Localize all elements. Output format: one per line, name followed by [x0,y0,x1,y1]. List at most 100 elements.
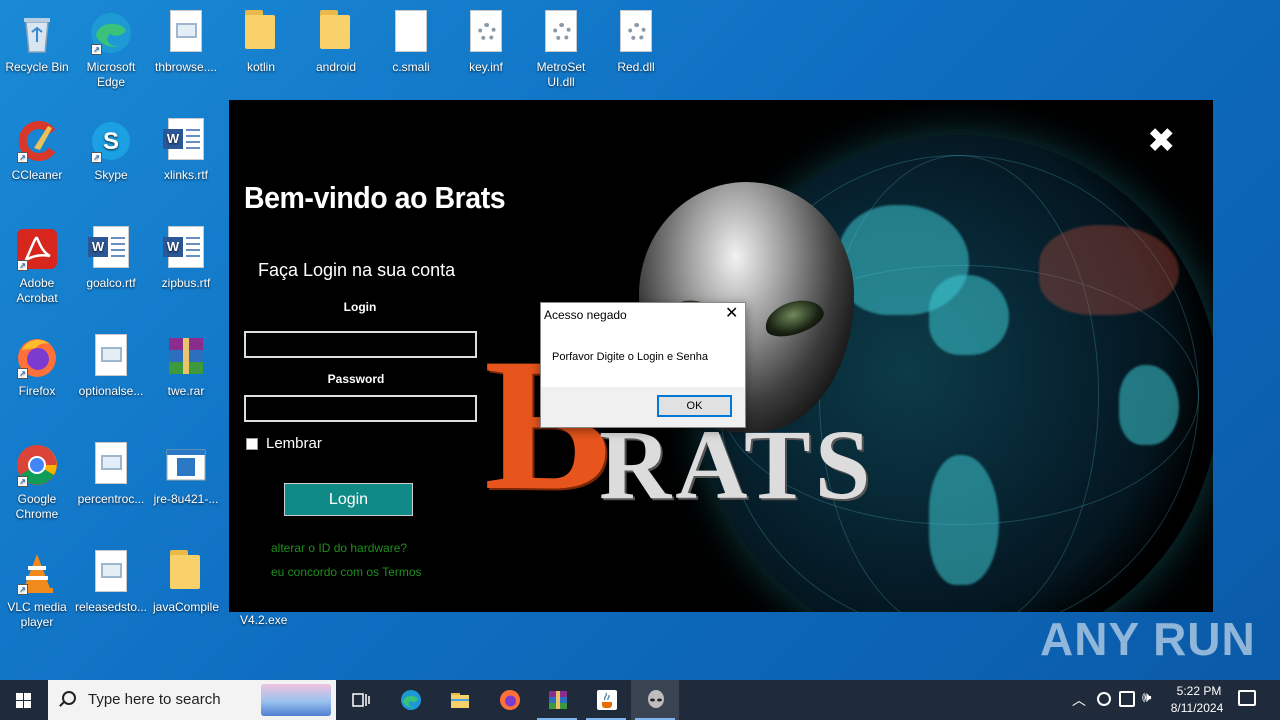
folder-icon [238,10,284,56]
folder-icon [163,550,209,596]
chrome-icon: ↗ [14,442,60,488]
taskbar-file-explorer[interactable] [435,680,483,720]
desktop-icon-firefox[interactable]: ↗ Firefox [0,328,74,399]
skype-icon: S ↗ [88,118,134,164]
ccleaner-icon: ↗ [14,118,60,164]
shortcut-arrow-icon: ↗ [91,152,102,163]
installer-icon [163,442,209,488]
password-input[interactable] [244,395,477,422]
folder-icon [313,10,359,56]
access-denied-dialog: Acesso negado ✕ Porfavor Digite o Login … [540,302,746,428]
desktop-icon-microsoft-edge[interactable]: ↗ Microsoft Edge [74,4,148,90]
desktop-icon-recycle-bin[interactable]: Recycle Bin [0,4,74,75]
firefox-icon: ↗ [14,334,60,380]
taskbar-winrar[interactable] [533,680,581,720]
taskbar: Type here to search ︿ 🕪 5:22 PM 8/11/202… [0,680,1280,720]
desktop-icon-key-inf[interactable]: key.inf [449,4,523,75]
taskbar-firefox[interactable] [485,680,533,720]
winrar-archive-icon [163,334,209,380]
desktop-icon-thbrowse[interactable]: thbrowse.... [149,4,223,75]
search-highlight-art [261,684,331,716]
dialog-message: Porfavor Digite o Login e Senha [552,351,708,363]
shortcut-arrow-icon: ↗ [17,260,28,271]
svg-text:S: S [103,128,119,155]
desktop-icon-twe-rar[interactable]: twe.rar [149,328,223,399]
login-subtitle: Faça Login na sua conta [258,260,456,280]
clock-time[interactable]: 5:22 PM [1168,684,1230,698]
acrobat-icon: ↗ [14,226,60,272]
taskbar-edge[interactable] [386,680,434,720]
edge-icon: ↗ [88,10,134,56]
login-label: Login [343,300,377,314]
blank-file-icon [388,10,434,56]
search-placeholder: Type here to search [88,691,221,708]
shortcut-arrow-icon: ↗ [17,152,28,163]
login-button[interactable]: Login [284,483,413,516]
recycle-bin-icon [14,10,60,56]
desktop-icon-ccleaner[interactable]: ↗ CCleaner [0,112,74,183]
shortcut-arrow-icon: ↗ [91,44,102,55]
desktop-icon-android[interactable]: android [299,4,373,75]
network-icon[interactable] [1097,692,1111,706]
volume-icon[interactable]: 🕪 [1142,689,1151,706]
dll-file-icon [538,10,584,56]
vlc-icon: ↗ [14,550,60,596]
desktop-icon-kotlin[interactable]: kotlin [224,4,298,75]
desktop-icon-red-dll[interactable]: Red.dll [599,4,673,75]
remember-label: Lembrar [266,435,322,452]
shortcut-arrow-icon: ↗ [17,476,28,487]
desktop-icon-xlinks-rtf[interactable]: W xlinks.rtf [149,112,223,183]
password-label: Password [327,372,385,386]
change-hardware-id-link[interactable]: alterar o ID do hardware? [271,541,407,555]
desktop-icon-javacompile[interactable]: javaCompile [149,544,223,615]
desktop-icon-label-v42-exe[interactable]: V4.2.exe [240,613,287,627]
desktop-icon-metroset-ui-dll[interactable]: MetroSet UI.dll [524,4,598,90]
anyrun-watermark: ANY RUN [1040,613,1256,665]
agree-terms-link[interactable]: eu concordo com os Termos [271,565,422,579]
desktop-icon-optionalse[interactable]: optionalse... [74,328,148,399]
desktop-icon-c-smali[interactable]: c.smali [374,4,448,75]
dialog-close-icon[interactable]: ✕ [725,305,738,323]
firefox-icon [500,690,520,710]
brats-logo-text: RATS [599,409,875,520]
desktop-icon-google-chrome[interactable]: ↗ Google Chrome [0,436,74,522]
image-file-icon [163,10,209,56]
ok-button[interactable]: OK [657,395,732,417]
taskbar-search-box[interactable]: Type here to search [48,680,336,720]
image-file-icon [88,550,134,596]
welcome-title: Bem-vindo ao Brats [244,180,506,215]
task-view-button[interactable] [336,680,384,720]
desktop-icon-jre-installer[interactable]: jre-8u421-... [149,436,223,507]
settings-file-icon [463,10,509,56]
image-file-icon [88,442,134,488]
desktop-icon-percentroc[interactable]: percentroc... [74,436,148,507]
dll-file-icon [613,10,659,56]
taskbar-java[interactable] [582,680,630,720]
dialog-footer: OK [541,387,745,427]
desktop-icon-releasedsto[interactable]: releasedsto... [74,544,148,615]
close-icon[interactable]: ✖ [1147,124,1176,158]
remember-checkbox[interactable] [246,438,258,450]
start-button[interactable] [0,680,48,720]
winrar-icon [549,691,567,709]
search-icon [62,691,76,705]
shortcut-arrow-icon: ↗ [17,584,28,595]
image-file-icon [88,334,134,380]
ethernet-icon[interactable] [1119,691,1135,707]
word-document-icon: W [163,226,209,272]
clock-date[interactable]: 8/11/2024 [1164,701,1230,715]
desktop-icon-zipbus-rtf[interactable]: W zipbus.rtf [149,220,223,291]
desktop-icon-skype[interactable]: S ↗ Skype [74,112,148,183]
desktop-icon-vlc[interactable]: ↗ VLC media player [0,544,74,630]
edge-icon [401,690,421,710]
show-hidden-icons-chevron-icon[interactable]: ︿ [1072,690,1086,710]
task-view-icon [352,693,370,707]
desktop-icon-goalco-rtf[interactable]: W goalco.rtf [74,220,148,291]
shortcut-arrow-icon: ↗ [17,368,28,379]
login-input[interactable] [244,331,477,358]
taskbar-brats[interactable] [631,680,679,720]
folder-icon [451,693,469,708]
notification-center-icon[interactable] [1238,690,1256,706]
word-document-icon: W [163,118,209,164]
desktop-icon-adobe-acrobat[interactable]: ↗ Adobe Acrobat [0,220,74,306]
